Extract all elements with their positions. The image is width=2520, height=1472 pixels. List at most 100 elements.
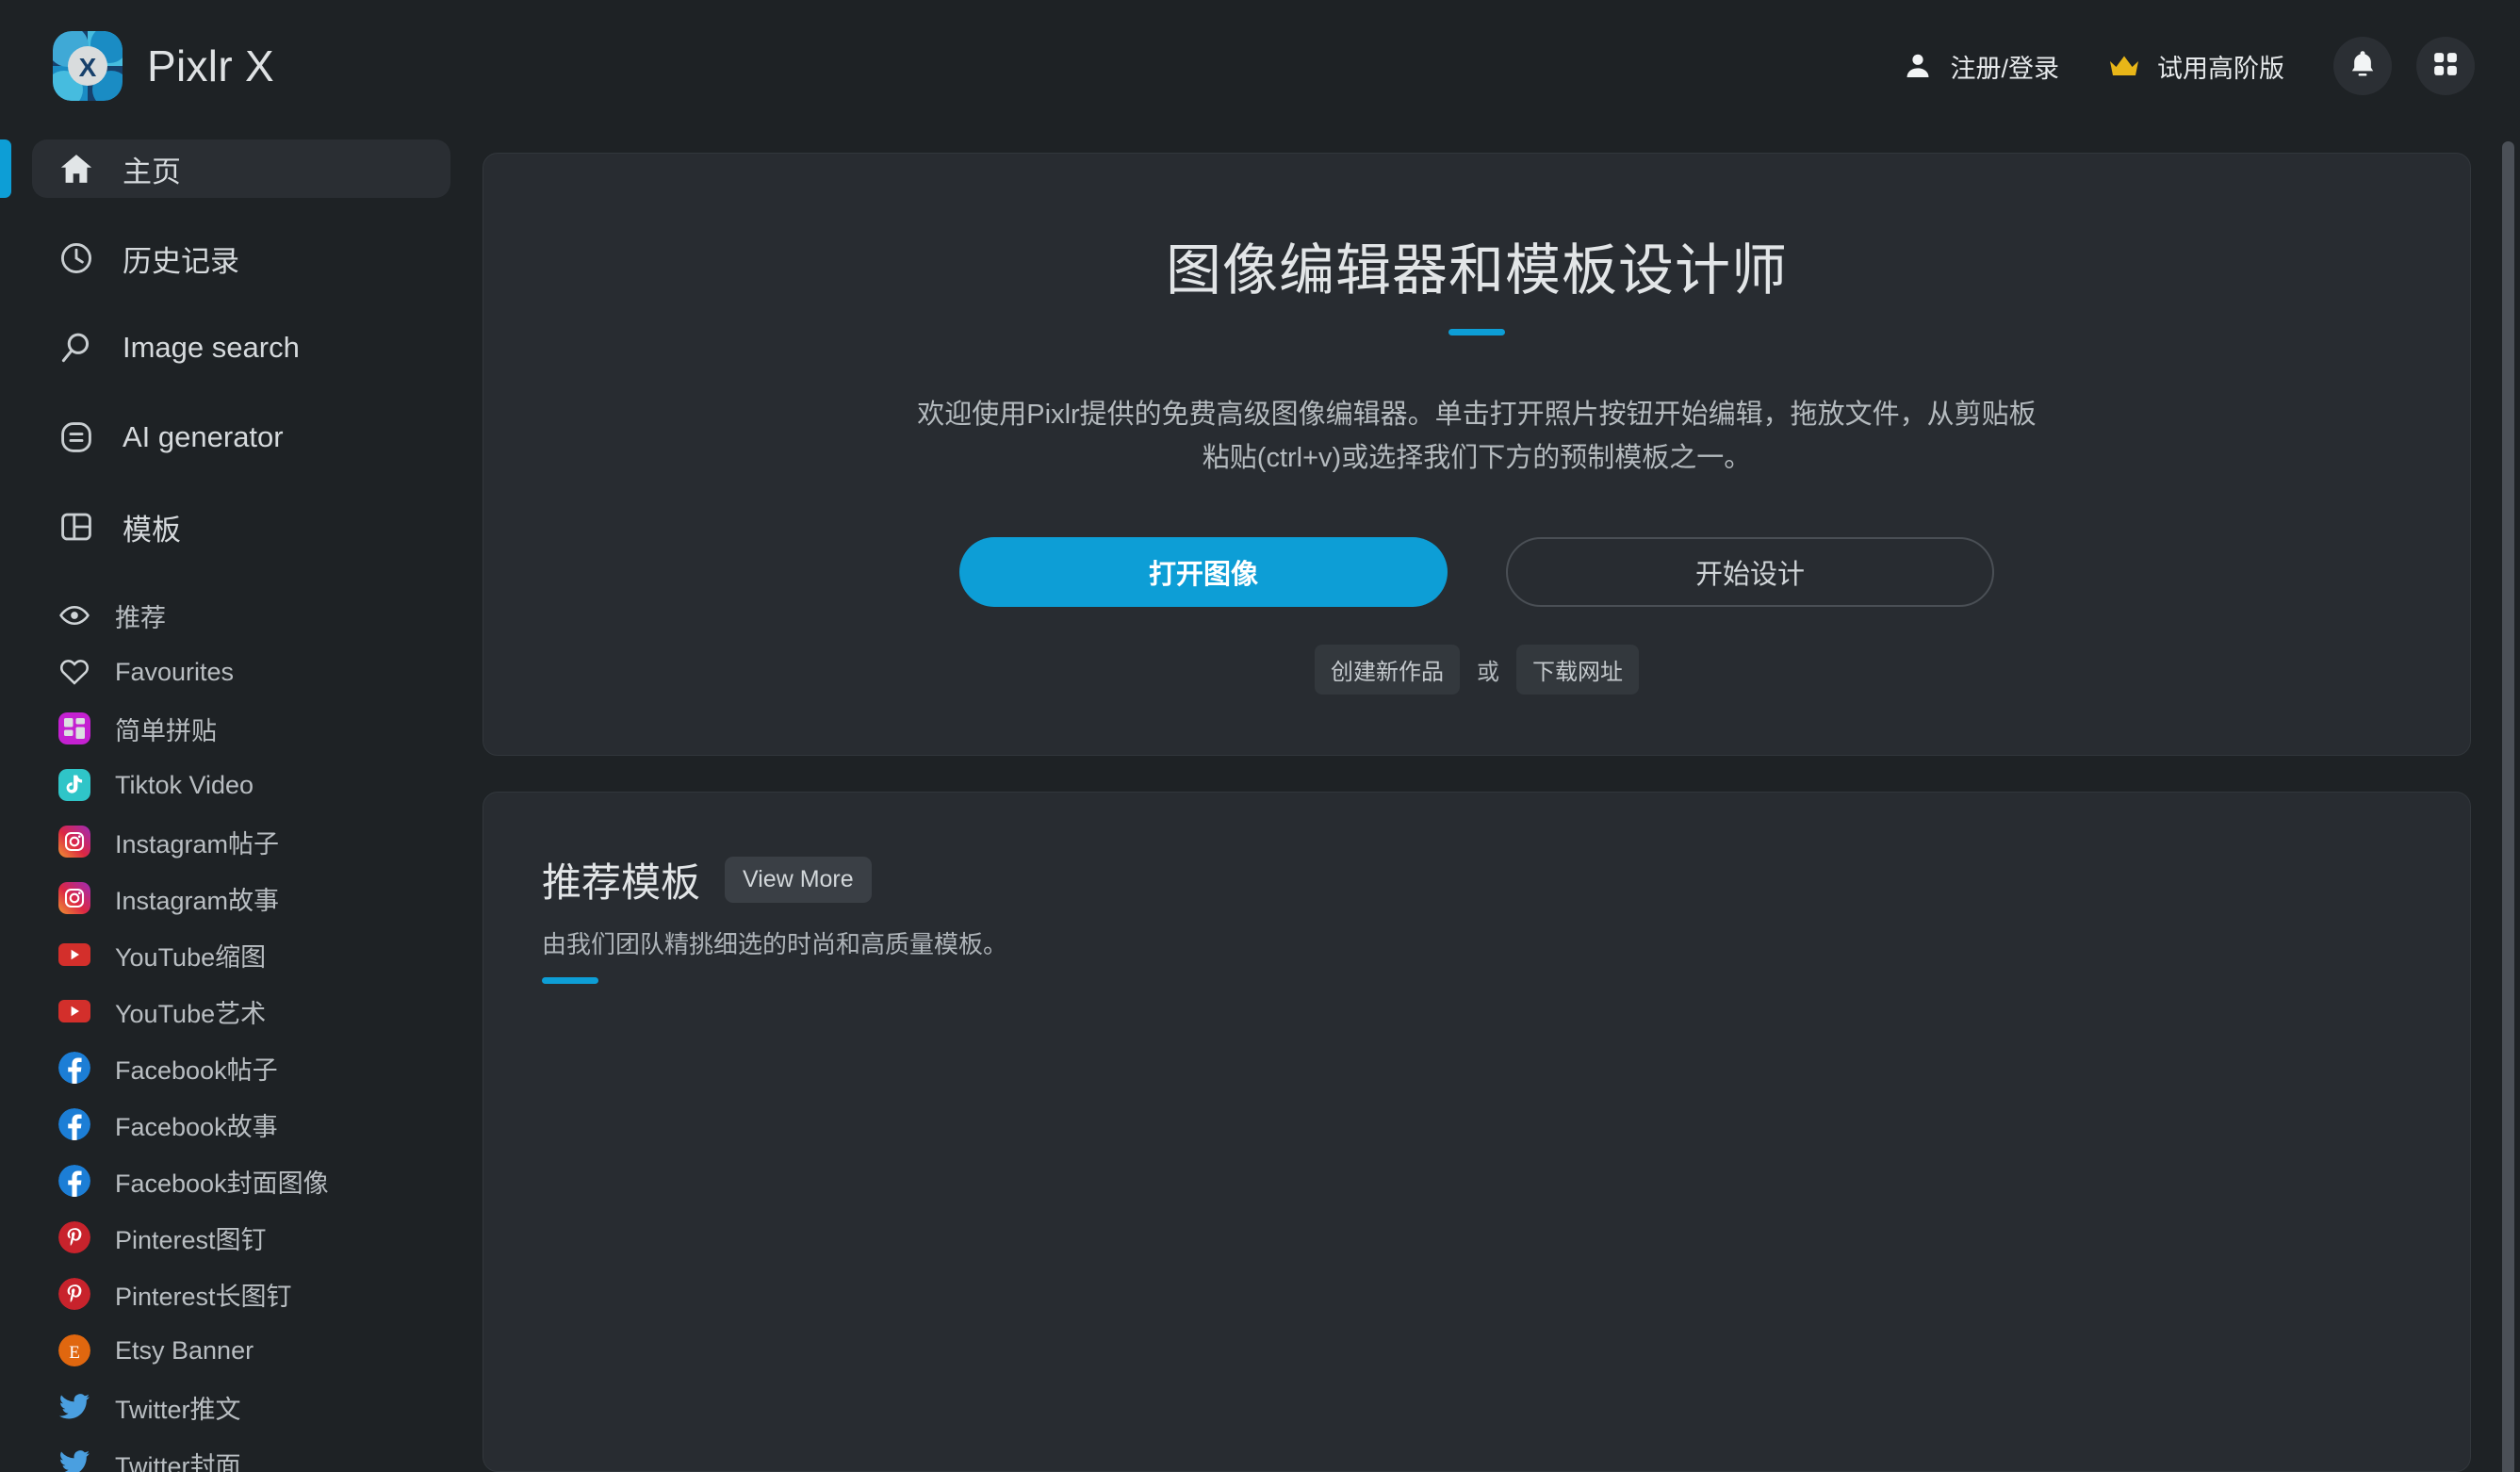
sidebar-template-label: Instagram故事	[115, 886, 280, 915]
sidebar-item-ai-generator[interactable]: AI generator	[32, 408, 450, 466]
notifications-button[interactable]	[2333, 37, 2392, 95]
heart-icon	[57, 654, 92, 690]
sidebar-item-label: 历史记录	[123, 244, 239, 278]
facebook-icon	[57, 1050, 92, 1086]
youtube-icon	[57, 937, 92, 973]
top-header-bar: X Pixlr X 注册/登录 试用高阶版	[0, 0, 2520, 132]
sidebar-template-favourites[interactable]: Favourites	[32, 644, 450, 700]
view-more-button[interactable]: View More	[725, 856, 872, 903]
sidebar-template-label: 推荐	[115, 603, 166, 632]
svg-text:E: E	[69, 1343, 80, 1363]
header-actions: 注册/登录 试用高阶版	[1878, 37, 2475, 95]
account-login-label: 注册/登录	[1950, 54, 2059, 83]
templates-layout-icon	[57, 509, 96, 545]
twitter-icon	[57, 1389, 92, 1425]
body-content-row: 主页 历史记录 Image search AI generator 模板 推荐 …	[0, 132, 2520, 1472]
hero-button-row: 打开图像 开始设计	[521, 536, 2432, 607]
sidebar-template-label: Twitter推文	[115, 1395, 241, 1424]
twitter-icon	[57, 1446, 92, 1472]
download-url-link[interactable]: 下载网址	[1516, 644, 1639, 695]
sidebar-template-etsy-banner[interactable]: E Etsy Banner	[32, 1322, 450, 1379]
sidebar-template-label: Facebook帖子	[115, 1055, 278, 1085]
bell-icon	[2348, 49, 2377, 84]
sidebar-template-label: YouTube艺术	[115, 999, 267, 1028]
sidebar-item-label: 主页	[123, 155, 181, 188]
collage-icon	[57, 711, 92, 746]
left-sidebar: 主页 历史记录 Image search AI generator 模板 推荐 …	[0, 132, 483, 1472]
sidebar-template-label: YouTube缩图	[115, 942, 267, 972]
facebook-icon	[57, 1106, 92, 1142]
sidebar-template-facebook-story[interactable]: Facebook故事	[32, 1096, 450, 1153]
search-icon	[57, 330, 96, 366]
recommended-templates-card: 推荐模板 View More 由我们团队精挑细选的时尚和高质量模板。	[483, 791, 2471, 1472]
eye-icon	[57, 597, 92, 633]
sidebar-template-label: Twitter封面	[115, 1451, 241, 1472]
hero-card: 图像编辑器和模板设计师 欢迎使用Pixlr提供的免费高级图像编辑器。单击打开照片…	[483, 153, 2471, 756]
templates-accent-bar	[542, 976, 598, 984]
hero-secondary-links: 创建新作品 或 下载网址	[521, 644, 2432, 695]
sidebar-template-label: Instagram帖子	[115, 829, 280, 859]
or-separator-label: 或	[1477, 659, 1499, 685]
user-icon	[1903, 51, 1933, 81]
sidebar-template-youtube-art[interactable]: YouTube艺术	[32, 983, 450, 1039]
open-image-button[interactable]: 打开图像	[959, 536, 1448, 607]
sidebar-template-collage[interactable]: 简单拼贴	[32, 700, 450, 757]
instagram-icon	[57, 824, 92, 859]
hero-description: 欢迎使用Pixlr提供的免费高级图像编辑器。单击打开照片按钮开始编辑，拖放文件，…	[917, 400, 2037, 473]
sidebar-template-pinterest-pin[interactable]: Pinterest图钉	[32, 1209, 450, 1266]
sidebar-template-label: Facebook故事	[115, 1112, 278, 1141]
sidebar-item-image-search[interactable]: Image search	[32, 319, 450, 377]
sidebar-template-facebook-cover[interactable]: Facebook封面图像	[32, 1153, 450, 1209]
templates-title: 推荐模板	[542, 859, 701, 905]
sidebar-template-label: Pinterest图钉	[115, 1225, 267, 1254]
grid-apps-icon	[2431, 50, 2460, 83]
templates-header: 推荐模板 View More	[542, 851, 2412, 908]
apps-grid-button[interactable]	[2416, 37, 2475, 95]
sidebar-template-label: Favourites	[115, 657, 235, 686]
title-accent-bar	[1448, 329, 1505, 335]
ai-generator-icon	[57, 419, 96, 455]
sidebar-template-label: Etsy Banner	[115, 1335, 254, 1365]
svg-text:X: X	[79, 53, 97, 82]
sidebar-template-twitter-tweet[interactable]: Twitter推文	[32, 1379, 450, 1435]
sidebar-template-instagram-post[interactable]: Instagram帖子	[32, 813, 450, 870]
templates-subtitle: 由我们团队精挑细选的时尚和高质量模板。	[542, 929, 1008, 958]
active-item-accent-bar	[0, 139, 11, 198]
sidebar-template-youtube-thumbnail[interactable]: YouTube缩图	[32, 926, 450, 983]
sidebar-item-home[interactable]: 主页	[32, 139, 450, 198]
home-icon	[57, 151, 96, 187]
sidebar-item-label: AI generator	[123, 420, 284, 453]
start-design-button[interactable]: 开始设计	[1506, 536, 1994, 607]
sidebar-template-tiktok-video[interactable]: Tiktok Video	[32, 757, 450, 813]
sidebar-template-instagram-story[interactable]: Instagram故事	[32, 870, 450, 926]
sidebar-template-recommended[interactable]: 推荐	[32, 587, 450, 644]
sidebar-item-label: Image search	[123, 331, 300, 364]
page-title: 图像编辑器和模板设计师	[1165, 239, 1788, 302]
try-premium-button[interactable]: 试用高阶版	[2084, 39, 2309, 94]
facebook-icon	[57, 1163, 92, 1199]
pixlr-logo-icon: X	[53, 31, 123, 101]
sidebar-template-label: Facebook封面图像	[115, 1169, 329, 1198]
brand-logo-group[interactable]: X Pixlr X	[53, 31, 274, 101]
history-clock-icon	[57, 240, 96, 276]
main-content: 图像编辑器和模板设计师 欢迎使用Pixlr提供的免费高级图像编辑器。单击打开照片…	[483, 132, 2520, 1472]
instagram-icon	[57, 880, 92, 916]
page-scrollbar-thumb[interactable]	[2502, 141, 2514, 1472]
tiktok-icon	[57, 767, 92, 803]
etsy-icon: E	[57, 1333, 92, 1368]
pinterest-icon	[57, 1276, 92, 1312]
sidebar-template-facebook-post[interactable]: Facebook帖子	[32, 1039, 450, 1096]
sidebar-template-twitter-cover[interactable]: Twitter封面	[32, 1435, 450, 1472]
account-login-button[interactable]: 注册/登录	[1878, 39, 2084, 94]
pixlr-app-window: X Pixlr X 注册/登录 试用高阶版 主页 历史记录 Image sear…	[0, 0, 2520, 1472]
youtube-icon	[57, 993, 92, 1029]
create-new-artwork-link[interactable]: 创建新作品	[1315, 644, 1460, 695]
sidebar-item-templates[interactable]: 模板	[32, 498, 450, 556]
brand-title: Pixlr X	[147, 41, 275, 90]
sidebar-main-nav: 主页 历史记录 Image search AI generator 模板	[0, 132, 483, 556]
sidebar-template-label: 简单拼贴	[115, 716, 217, 745]
sidebar-template-list: 推荐 Favourites 简单拼贴 Tiktok Video Instagra…	[0, 587, 483, 1472]
sidebar-item-history[interactable]: 历史记录	[32, 229, 450, 287]
pinterest-icon	[57, 1219, 92, 1255]
sidebar-template-pinterest-long-pin[interactable]: Pinterest长图钉	[32, 1266, 450, 1322]
